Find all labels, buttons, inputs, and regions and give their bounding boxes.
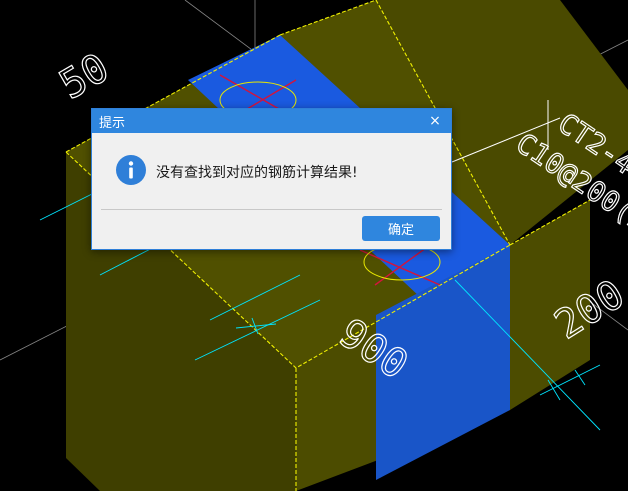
message-dialog: 提示 × 没有查找到对应的钢筋计算结果! 确定 [91, 108, 452, 250]
dim-label-left: 50 [52, 45, 117, 109]
dialog-message: 没有查找到对应的钢筋计算结果! [156, 165, 358, 181]
close-icon[interactable]: × [427, 113, 443, 129]
dialog-titlebar[interactable]: 提示 × [92, 109, 451, 133]
dialog-divider [101, 209, 442, 210]
info-icon [116, 155, 146, 185]
dialog-body: 没有查找到对应的钢筋计算结果! [92, 133, 451, 210]
dialog-title: 提示 [99, 115, 126, 131]
ok-button[interactable]: 确定 [362, 216, 440, 241]
